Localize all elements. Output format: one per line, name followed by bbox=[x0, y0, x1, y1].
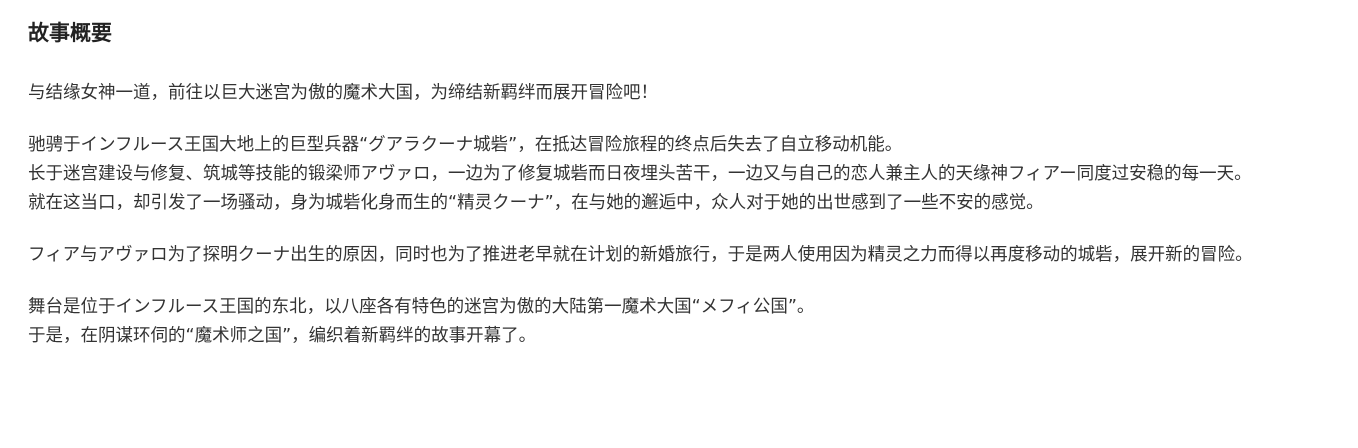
paragraph-text: 长于迷宫建设与修复、筑城等技能的锻梁师アヴァロ，一边为了修复城砦而日夜埋头苦干，… bbox=[28, 164, 1252, 184]
paragraph-text: 与结缘女神一道，前往以巨大迷宫为傲的魔术大国，为缔结新羁绊而展开冒险吧！ bbox=[28, 83, 658, 103]
story-summary-section: 故事概要 与结缘女神一道，前往以巨大迷宫为傲的魔术大国，为缔结新羁绊而展开冒险吧… bbox=[0, 0, 1358, 351]
paragraph-text: 于是，在阴谋环伺的“魔术师之国”，编织着新羁绊的故事开幕了。 bbox=[28, 326, 537, 346]
paragraph-text: 就在这当口，却引发了一场骚动，身为城砦化身而生的“精灵クーナ”，在与她的邂逅中，… bbox=[28, 193, 1044, 213]
section-title: 故事概要 bbox=[28, 21, 112, 45]
summary-paragraph-1: 与结缘女神一道，前往以巨大迷宫为傲的魔术大国，为缔结新羁绊而展开冒险吧！ bbox=[28, 79, 1330, 108]
summary-paragraph-4: 舞台是位于インフルース王国的东北，以八座各有特色的迷宫为傲的大陆第一魔术大国“メ… bbox=[28, 293, 1330, 351]
paragraph-text: フィア与アヴァロ为了探明クーナ出生的原因，同时也为了推进老早就在计划的新婚旅行，… bbox=[28, 245, 1253, 265]
paragraph-text: 舞台是位于インフルース王国的东北，以八座各有特色的迷宫为傲的大陆第一魔术大国“メ… bbox=[28, 297, 815, 317]
summary-paragraph-2: 驰骋于インフルース王国大地上的巨型兵器“グアラクーナ城砦”，在抵达冒险旅程的终点… bbox=[28, 131, 1330, 218]
paragraph-text: 驰骋于インフルース王国大地上的巨型兵器“グアラクーナ城砦”，在抵达冒险旅程的终点… bbox=[28, 135, 903, 155]
summary-paragraph-3: フィア与アヴァロ为了探明クーナ出生的原因，同时也为了推进老早就在计划的新婚旅行，… bbox=[28, 241, 1330, 270]
